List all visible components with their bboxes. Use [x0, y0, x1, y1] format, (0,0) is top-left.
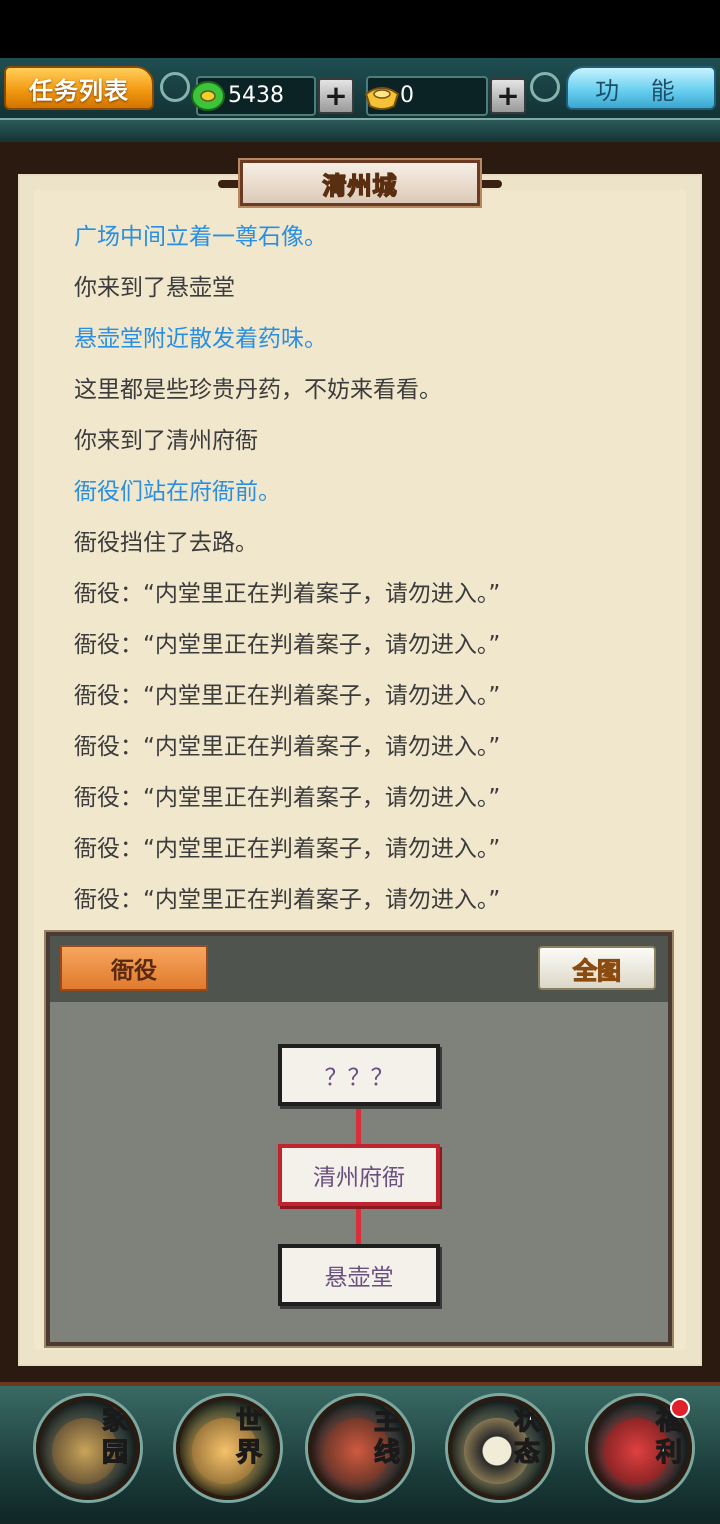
nav-welfare-label-2: 利 [655, 1437, 682, 1468]
log-line: 衙役：“内堂里正在判着案子，请勿进入。” [74, 887, 501, 913]
log-line: 广场中间立着一尊石像。 [74, 224, 327, 250]
nav-main-quest-label-2: 线 [373, 1437, 400, 1468]
nav-status-label-1: 状 [513, 1405, 540, 1436]
task-list-button[interactable]: 任务列表 [4, 66, 154, 110]
log-line: 衙役：“内堂里正在判着案子，请勿进入。” [74, 632, 501, 658]
log-line: 衙役：“内堂里正在判着案子，请勿进入。” [74, 683, 501, 709]
nav-home-label-1: 家 [101, 1405, 128, 1436]
map-node-pharmacy[interactable]: 悬壶堂 [278, 1244, 440, 1306]
log-line: 悬壶堂附近散发着药味。 [74, 326, 327, 352]
jade-coin-icon [191, 81, 225, 111]
location-title-plaque: 清州城 [240, 160, 480, 206]
log-line: 你来到了清州府衙 [74, 428, 258, 454]
nav-home-label-2: 园 [101, 1437, 128, 1468]
nav-main-quest-label-1: 主 [373, 1405, 400, 1436]
map-link-north [356, 1106, 361, 1146]
function-button[interactable]: 功 能 [566, 66, 716, 110]
nav-status-label-2: 态 [513, 1437, 540, 1468]
gold-ingot-icon [364, 87, 400, 110]
log-line: 衙役：“内堂里正在判着案子，请勿进入。” [74, 785, 501, 811]
log-line: 衙役挡住了去路。 [74, 530, 258, 556]
map-node-current[interactable]: 清州府衙 [278, 1144, 440, 1206]
map-link-south [356, 1206, 361, 1246]
scroll-ornament-icon [530, 72, 560, 102]
message-log: 广场中间立着一尊石像。 你来到了悬壶堂 悬壶堂附近散发着药味。 这里都是些珍贵丹… [74, 212, 694, 926]
nav-world-button[interactable]: 世 界 [176, 1396, 280, 1500]
log-line: 衙役：“内堂里正在判着案子，请勿进入。” [74, 734, 501, 760]
full-map-label: 全图 [572, 956, 621, 985]
top-bar-trim [0, 118, 720, 142]
nav-world-label-2: 界 [235, 1437, 262, 1468]
nav-home-button[interactable]: 家 园 [36, 1396, 140, 1500]
log-line: 这里都是些珍贵丹药，不妨来看看。 [74, 377, 442, 403]
full-map-button[interactable]: 全图 [538, 946, 656, 990]
add-gold-button[interactable]: + [490, 78, 526, 114]
notification-badge-icon [670, 1398, 690, 1418]
log-line: 衙役：“内堂里正在判着案子，请勿进入。” [74, 836, 501, 862]
npc-button[interactable]: 衙役 [60, 945, 208, 991]
scroll-ornament-icon [160, 72, 190, 102]
gold-amount: 0 [400, 83, 414, 108]
nav-main-quest-button[interactable]: 主 线 [308, 1396, 412, 1500]
map-node-unknown[interactable]: ？？？ [278, 1044, 440, 1106]
nav-world-label-1: 世 [235, 1405, 262, 1436]
log-line: 衙役们站在府衙前。 [74, 479, 281, 505]
log-line: 衙役：“内堂里正在判着案子，请勿进入。” [74, 581, 501, 607]
jade-amount: 5438 [228, 83, 284, 108]
log-line: 你来到了悬壶堂 [74, 275, 235, 301]
nav-status-button[interactable]: 状 态 [448, 1396, 552, 1500]
location-title: 清州城 [322, 171, 398, 201]
add-jade-button[interactable]: + [318, 78, 354, 114]
